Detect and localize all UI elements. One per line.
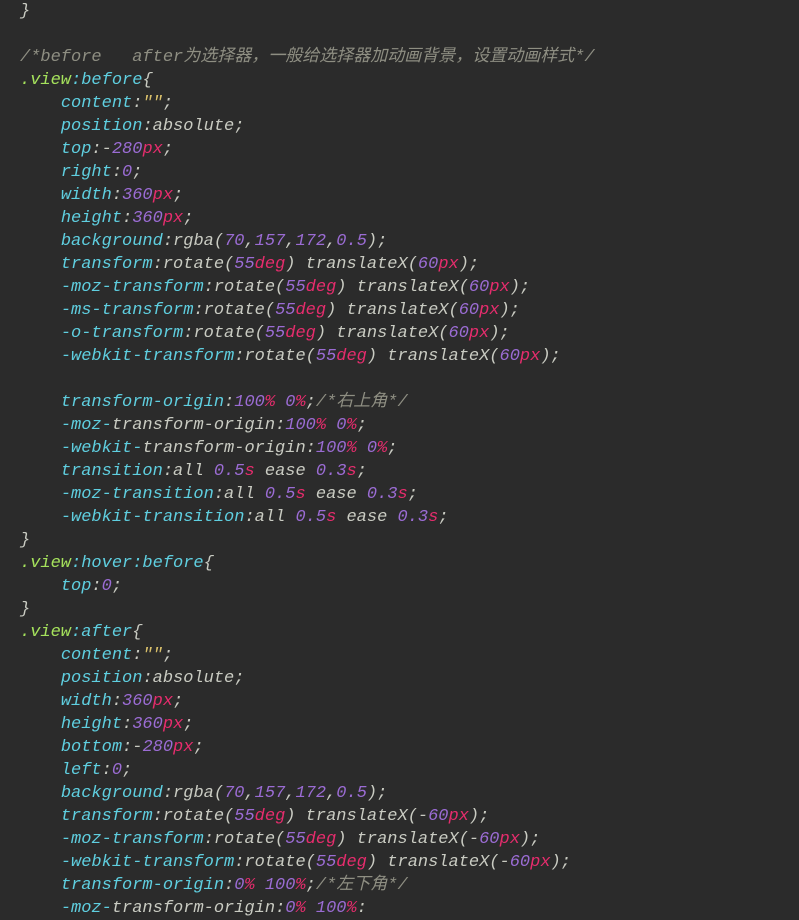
code-line: height:360px; [20,209,193,228]
code-line: right:0; [20,163,142,182]
code-line: width:360px; [20,692,183,711]
code-line: /*before after为选择器，一般给选择器加动画背景，设置动画样式*/ [20,48,595,67]
code-line: content:""; [20,94,173,113]
code-line: } [20,2,30,21]
code-line: top:-280px; [20,140,173,159]
code-line: transform-origin:100% 0%;/*右上角*/ [20,393,408,412]
code-line: transform:rotate(55deg) translateX(-60px… [20,807,489,826]
code-line: .view:hover:before{ [20,554,214,573]
code-line: -o-transform:rotate(55deg) translateX(60… [20,324,510,343]
code-line: top:0; [20,577,122,596]
code-line: -moz-transition:all 0.5s ease 0.3s; [20,485,418,504]
code-line: -webkit-transform:rotate(55deg) translat… [20,853,571,872]
code-line: -webkit-transform:rotate(55deg) translat… [20,347,561,366]
code-line: -moz-transform:rotate(55deg) translateX(… [20,830,540,849]
code-line: height:360px; [20,715,193,734]
code-line: background:rgba(70,157,172,0.5); [20,232,387,251]
code-line: } [20,600,30,619]
code-line: content:""; [20,646,173,665]
code-line: transform-origin:0% 100%;/*左下角*/ [20,876,408,895]
code-line: width:360px; [20,186,183,205]
code-editor[interactable]: } /*before after为选择器，一般给选择器加动画背景，设置动画样式*… [0,0,799,920]
code-line: -ms-transform:rotate(55deg) translateX(6… [20,301,520,320]
code-line: .view:before{ [20,71,153,90]
code-line: -moz-transform:rotate(55deg) translateX(… [20,278,530,297]
code-line: -moz-transform-origin:100% 0%; [20,416,367,435]
code-line: -webkit-transform-origin:100% 0%; [20,439,398,458]
code-line: background:rgba(70,157,172,0.5); [20,784,387,803]
code-line: transform:rotate(55deg) translateX(60px)… [20,255,479,274]
code-line: bottom:-280px; [20,738,204,757]
code-line: -moz-transform-origin:0% 100%: [20,899,367,918]
code-line: position:absolute; [20,117,244,136]
code-line: position:absolute; [20,669,244,688]
code-line: transition:all 0.5s ease 0.3s; [20,462,367,481]
code-line: -webkit-transition:all 0.5s ease 0.3s; [20,508,449,527]
code-line: } [20,531,30,550]
code-line: .view:after{ [20,623,142,642]
code-line: left:0; [20,761,132,780]
